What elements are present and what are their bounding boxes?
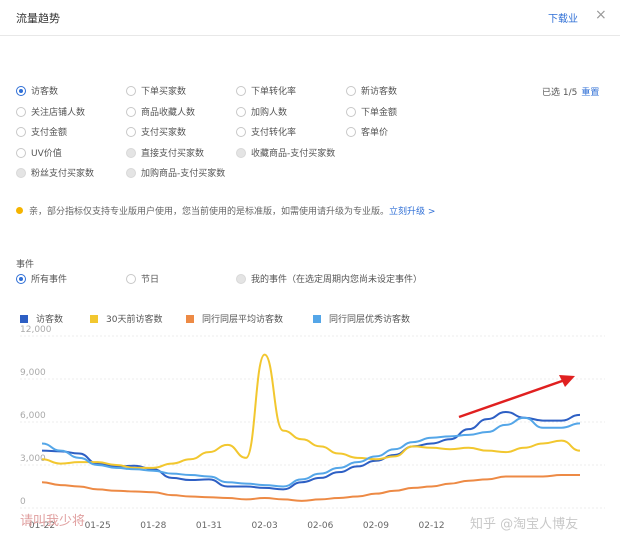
legend-label: 访客数 — [36, 315, 64, 325]
radio-icon — [126, 147, 136, 158]
metric-label: 下单买家数 — [141, 87, 187, 97]
metric-option[interactable]: 关注店铺人数 — [16, 105, 85, 118]
metric-option[interactable]: 支付金额 — [16, 125, 67, 138]
metric-label: 关注店铺人数 — [31, 107, 86, 118]
metric-option: 加购商品-支付买家数 — [126, 166, 225, 179]
metric-label: 访客数 — [31, 87, 59, 97]
x-tick-label: 02-06 — [307, 521, 333, 531]
x-tick-label: 02-03 — [252, 521, 278, 531]
metric-label: 粉丝支付买家数 — [31, 169, 95, 179]
x-tick-label: 01-25 — [85, 521, 111, 531]
metric-label: 支付买家数 — [141, 128, 187, 138]
radio-icon — [16, 274, 26, 284]
notice-dot-icon — [16, 207, 23, 214]
watermark-left: 请叫我少将 — [20, 514, 86, 529]
upgrade-notice: 亲，部分指标仅支持专业版用户使用，您当前使用的是标准版，如需使用请升级为专业版。… — [16, 204, 435, 217]
metric-label: 收藏商品-支付买家数 — [251, 148, 336, 159]
metric-label: 客单价 — [361, 128, 389, 138]
metric-option[interactable]: 加购人数 — [236, 105, 287, 118]
metric-label: 新访客数 — [361, 87, 398, 97]
legend-label: 同行同层平均访客数 — [202, 315, 284, 325]
radio-icon — [126, 168, 136, 178]
metric-option[interactable]: 下单金额 — [346, 105, 397, 118]
legend-item[interactable]: 访客数 — [20, 312, 63, 325]
metric-option: 收藏商品-支付买家数 — [236, 146, 335, 159]
radio-icon — [236, 86, 246, 96]
x-tick-label: 02-12 — [419, 521, 445, 531]
dialog-header: 流量趋势 下载业 × — [0, 0, 620, 36]
upgrade-link[interactable]: 立刻升级 > — [389, 207, 435, 217]
y-tick-label: 9,000 — [20, 368, 46, 378]
y-tick-label: 0 — [20, 497, 26, 507]
legend-swatch — [186, 315, 194, 323]
legend-swatch — [313, 315, 321, 323]
metric-label: 下单转化率 — [251, 87, 297, 97]
series-line-2 — [41, 474, 580, 502]
metric-label: 加购人数 — [251, 107, 288, 118]
events-label: 事件 — [16, 260, 35, 270]
metric-option[interactable]: 支付买家数 — [126, 125, 186, 138]
radio-icon — [236, 127, 246, 137]
metric-option[interactable]: 下单转化率 — [236, 84, 296, 97]
event-label: 所有事件 — [31, 275, 68, 285]
legend-label: 同行同层优秀访客数 — [329, 315, 411, 325]
radio-icon — [16, 86, 26, 96]
metric-label: 支付转化率 — [251, 128, 297, 138]
radio-icon — [126, 127, 136, 137]
y-tick-label: 6,000 — [20, 411, 46, 421]
radio-icon — [236, 274, 246, 284]
radio-icon — [346, 86, 356, 96]
notice-text: 亲，部分指标仅支持专业版用户使用，您当前使用的是标准版，如需使用请升级为专业版。 — [29, 207, 390, 217]
radio-icon — [126, 274, 136, 284]
metric-option[interactable]: UV价值 — [16, 146, 62, 159]
radio-icon — [16, 106, 26, 117]
x-tick-label: 01-31 — [196, 521, 222, 531]
radio-icon — [16, 168, 26, 178]
legend-swatch — [90, 315, 98, 323]
metric-label: 加购商品-支付买家数 — [141, 169, 226, 179]
metric-option[interactable]: 下单买家数 — [126, 84, 186, 97]
event-label: 节日 — [141, 275, 160, 285]
selected-count: 已选 1/5 重置 — [542, 88, 600, 98]
red-arrow-icon — [458, 375, 575, 419]
x-tick-label: 01-28 — [140, 521, 166, 531]
download-button[interactable]: 下载业 — [548, 10, 578, 25]
metric-option[interactable]: 访客数 — [16, 84, 58, 97]
radio-icon — [16, 127, 26, 137]
metric-option: 直接支付买家数 — [126, 146, 204, 159]
event-option[interactable]: 所有事件 — [16, 272, 67, 285]
legend-item[interactable]: 同行同层平均访客数 — [186, 312, 283, 325]
metric-label: 直接支付买家数 — [141, 148, 205, 159]
event-option: 我的事件（在选定周期内您尚未设定事件） — [236, 272, 422, 285]
metric-option[interactable]: 商品收藏人数 — [126, 105, 195, 118]
metric-option[interactable]: 新访客数 — [346, 84, 397, 97]
radio-icon — [126, 106, 136, 117]
reset-button[interactable]: 重置 — [581, 88, 599, 98]
legend-item[interactable]: 同行同层优秀访客数 — [313, 312, 410, 325]
metric-label: 商品收藏人数 — [141, 107, 196, 118]
radio-icon — [346, 106, 356, 117]
dialog-title: 流量趋势 — [16, 12, 60, 25]
legend-item[interactable]: 30天前访客数 — [90, 312, 162, 325]
radio-icon — [236, 147, 246, 158]
x-tick-label: 02-09 — [363, 521, 389, 531]
radio-icon — [16, 147, 26, 158]
close-icon[interactable]: × — [595, 7, 607, 23]
event-option[interactable]: 节日 — [126, 272, 159, 285]
y-tick-label: 12,000 — [20, 325, 52, 335]
event-label: 我的事件（在选定周期内您尚未设定事件） — [251, 275, 423, 285]
metric-option[interactable]: 支付转化率 — [236, 125, 296, 138]
metric-option[interactable]: 客单价 — [346, 125, 388, 138]
radio-icon — [126, 86, 136, 96]
radio-icon — [236, 106, 246, 117]
metric-label: 下单金额 — [361, 107, 398, 118]
radio-icon — [346, 127, 356, 137]
metric-label: UV价值 — [31, 148, 62, 159]
legend-swatch — [20, 315, 28, 323]
metric-label: 支付金额 — [31, 128, 68, 138]
legend-label: 30天前访客数 — [106, 315, 163, 325]
metric-option: 粉丝支付买家数 — [16, 166, 94, 179]
watermark-right: 知乎 @淘宝人博友 — [470, 517, 579, 532]
